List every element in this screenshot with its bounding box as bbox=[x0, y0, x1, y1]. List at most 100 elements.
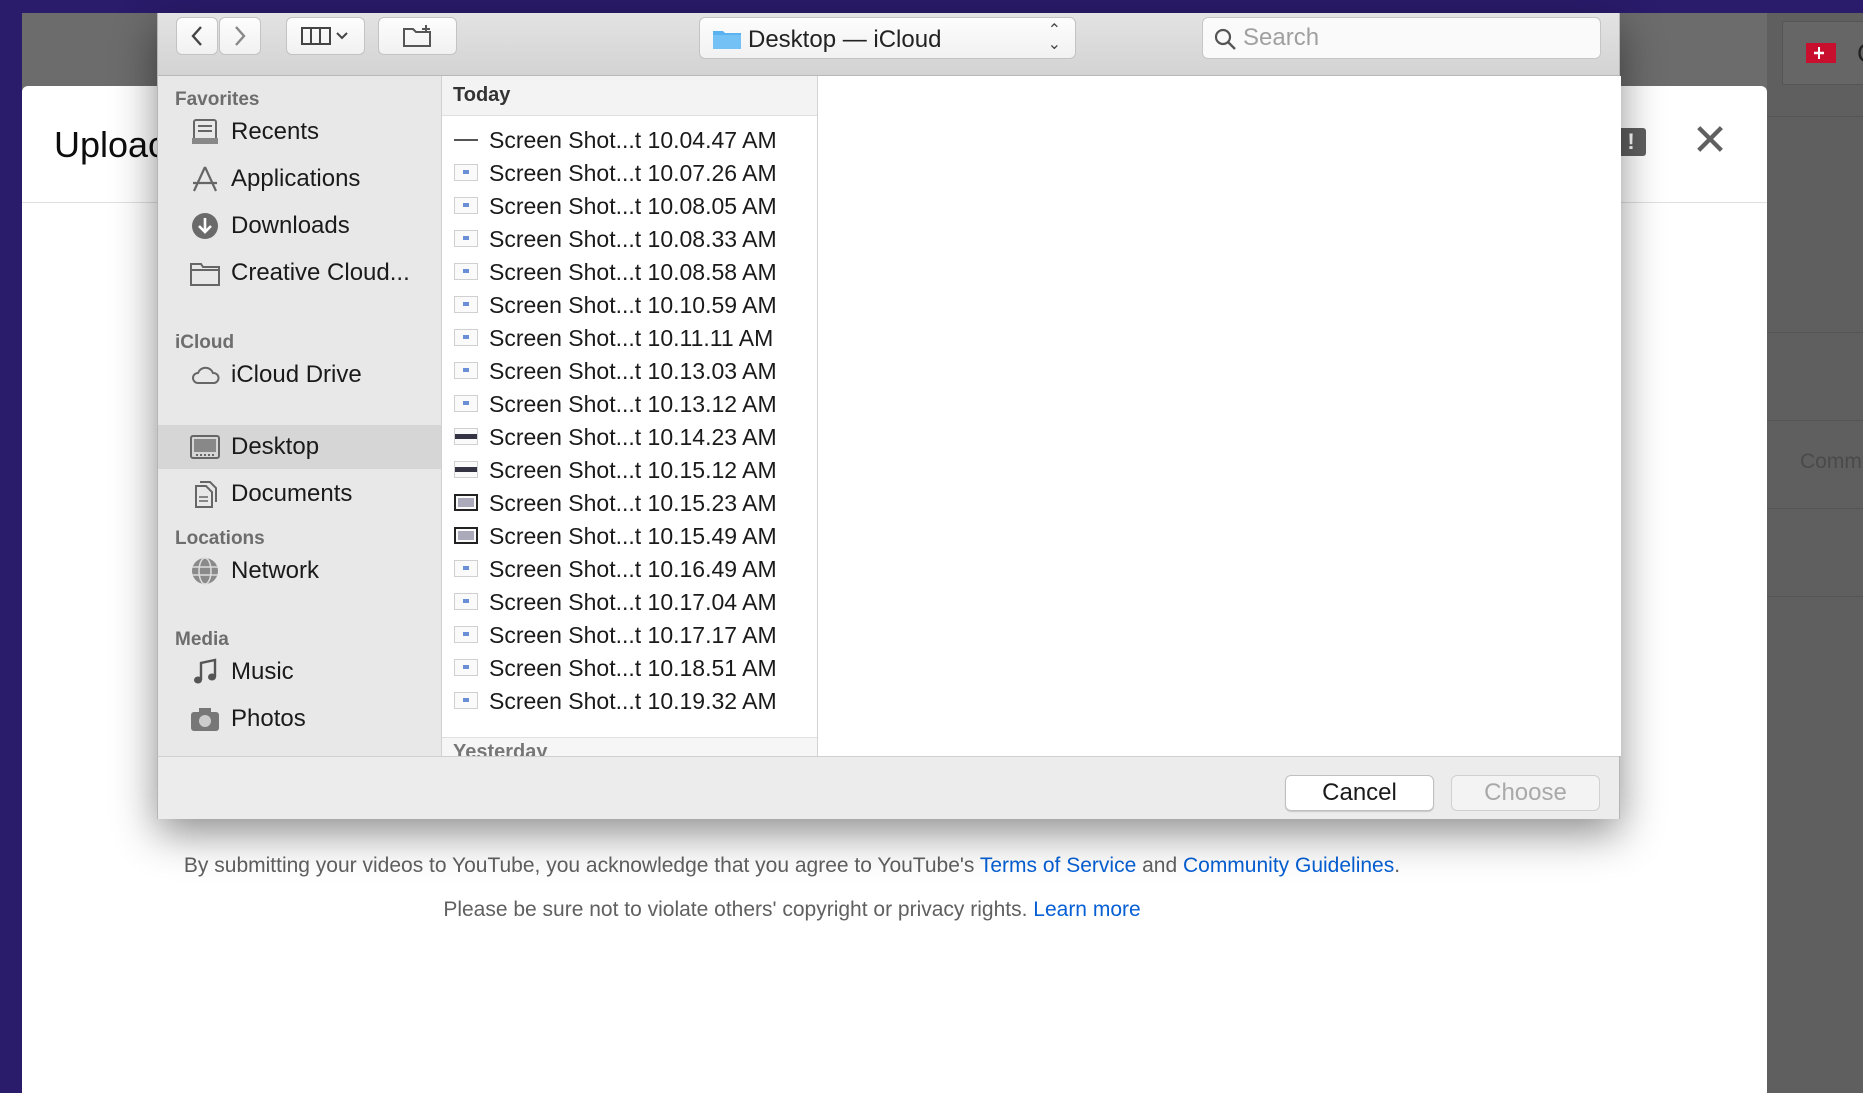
file-row[interactable]: Screen Shot...t 10.13.12 AM bbox=[442, 387, 817, 420]
terms-notice-text: . bbox=[1394, 854, 1401, 877]
cancel-button[interactable]: Cancel bbox=[1285, 775, 1434, 811]
create-label: C bbox=[1857, 38, 1863, 69]
forward-button[interactable] bbox=[219, 17, 261, 55]
file-row[interactable]: Screen Shot...t 10.10.59 AM bbox=[442, 288, 817, 321]
applications-icon bbox=[193, 166, 217, 192]
file-row[interactable]: Screen Shot...t 10.16.49 AM bbox=[442, 552, 817, 585]
image-file-icon bbox=[454, 131, 478, 148]
sidebar-item-recents[interactable]: Recents bbox=[158, 110, 441, 154]
new-folder-button[interactable] bbox=[378, 17, 457, 55]
chooser-button-bar: Cancel Choose bbox=[158, 756, 1619, 819]
search-input[interactable] bbox=[1243, 22, 1583, 54]
divider bbox=[1767, 332, 1863, 333]
sidebar-item-icloud-drive[interactable]: iCloud Drive bbox=[158, 353, 441, 397]
file-row[interactable]: Screen Shot...t 10.15.12 AM bbox=[442, 453, 817, 486]
file-name: Screen Shot...t 10.07.26 AM bbox=[489, 160, 777, 186]
location-label: Desktop — iCloud bbox=[748, 26, 942, 53]
sidebar-item-label: iCloud Drive bbox=[231, 361, 362, 388]
column-header-label: Today bbox=[453, 84, 511, 106]
file-name: Screen Shot...t 10.14.23 AM bbox=[489, 424, 777, 450]
file-row[interactable]: Screen Shot...t 10.15.49 AM bbox=[442, 519, 817, 552]
sidebar-item-label: Network bbox=[231, 557, 320, 584]
learn-more-link[interactable]: Learn more bbox=[1033, 898, 1140, 921]
downloads-icon bbox=[192, 213, 218, 239]
file-row[interactable]: Screen Shot...t 10.04.47 AM bbox=[442, 123, 817, 156]
sidebar-item-music[interactable]: Music bbox=[158, 650, 441, 694]
file-name: Screen Shot...t 10.19.32 AM bbox=[489, 688, 777, 714]
sidebar-item-downloads[interactable]: Downloads bbox=[158, 204, 441, 248]
copyright-notice-text: Please be sure not to violate others' co… bbox=[443, 898, 1034, 921]
upload-dialog-title: Uploac bbox=[54, 124, 167, 165]
search-icon bbox=[1214, 28, 1236, 50]
file-name: Screen Shot...t 10.18.51 AM bbox=[489, 655, 777, 681]
image-file-icon bbox=[454, 494, 478, 511]
image-file-icon bbox=[454, 560, 478, 577]
cloud-icon bbox=[192, 366, 220, 384]
file-chooser-dialog: Desktop — iCloud ⌃⌄ Favorites Recents Ap… bbox=[157, 13, 1621, 819]
file-row[interactable]: Screen Shot...t 10.08.05 AM bbox=[442, 189, 817, 222]
music-icon bbox=[194, 658, 217, 684]
image-file-icon bbox=[454, 362, 478, 379]
back-button[interactable] bbox=[176, 17, 218, 55]
image-file-icon bbox=[454, 659, 478, 676]
sidebar-item-creative-cloud[interactable]: Creative Cloud... bbox=[158, 251, 441, 295]
file-row[interactable]: Screen Shot...t 10.15.23 AM bbox=[442, 486, 817, 519]
file-row[interactable]: Screen Shot...t 10.18.51 AM bbox=[442, 651, 817, 684]
sidebar-item-label: Applications bbox=[231, 165, 361, 192]
comments-label: Comm bbox=[1800, 450, 1862, 473]
terms-notice-text: By submitting your videos to YouTube, yo… bbox=[183, 854, 980, 877]
file-row[interactable]: Screen Shot...t 10.17.17 AM bbox=[442, 618, 817, 651]
folder-icon bbox=[713, 31, 741, 49]
sidebar-item-label: Recents bbox=[231, 118, 320, 145]
sidebar-item-photos[interactable]: Photos bbox=[158, 697, 441, 741]
terms-notice: By submitting your videos to YouTube, yo… bbox=[22, 854, 1562, 878]
sidebar-item-desktop[interactable]: Desktop bbox=[158, 425, 441, 469]
video-camera-icon bbox=[1806, 43, 1836, 63]
sidebar-item-applications[interactable]: Applications bbox=[158, 157, 441, 201]
terms-of-service-link[interactable]: Terms of Service bbox=[980, 854, 1136, 877]
terms-notice-text: and bbox=[1136, 854, 1183, 877]
file-row[interactable]: Screen Shot...t 10.19.32 AM bbox=[442, 684, 817, 717]
location-select[interactable]: Desktop — iCloud ⌃ ⌄ bbox=[699, 17, 1076, 59]
file-column: Today Screen Shot...t 10.04.47 AM Screen … bbox=[442, 76, 818, 756]
new-folder-icon bbox=[402, 25, 431, 47]
file-row[interactable]: Screen Shot...t 10.13.03 AM bbox=[442, 354, 817, 387]
choose-button[interactable]: Choose bbox=[1451, 775, 1600, 811]
file-name: Screen Shot...t 10.17.04 AM bbox=[489, 589, 777, 615]
divider bbox=[1767, 116, 1863, 117]
community-guidelines-link[interactable]: Community Guidelines bbox=[1183, 854, 1394, 877]
next-column-header: Yesterday bbox=[442, 737, 817, 756]
file-name: Screen Shot...t 10.15.12 AM bbox=[489, 457, 777, 483]
image-file-icon bbox=[454, 164, 478, 181]
up-down-arrows-icon: ⌃ ⌄ bbox=[1047, 22, 1061, 53]
sidebar-item-label: Photos bbox=[231, 705, 306, 732]
search-field[interactable] bbox=[1202, 17, 1601, 59]
sidebar-section-favorites: Favorites bbox=[175, 89, 260, 110]
file-row[interactable]: Screen Shot...t 10.08.33 AM bbox=[442, 222, 817, 255]
camera-icon bbox=[191, 708, 219, 731]
file-row[interactable]: Screen Shot...t 10.07.26 AM bbox=[442, 156, 817, 189]
file-name: Screen Shot...t 10.08.05 AM bbox=[489, 193, 777, 219]
sidebar: Favorites Recents Applications Downloads… bbox=[158, 76, 442, 756]
sidebar-section-media: Media bbox=[175, 629, 229, 650]
sidebar-item-label: Downloads bbox=[231, 212, 350, 239]
sidebar-item-documents[interactable]: Documents bbox=[158, 472, 441, 516]
view-mode-button[interactable] bbox=[286, 17, 365, 55]
chooser-toolbar: Desktop — iCloud ⌃ ⌄ bbox=[158, 13, 1619, 76]
columns-view-icon bbox=[300, 27, 348, 45]
image-file-icon bbox=[454, 428, 478, 445]
image-file-icon bbox=[454, 329, 478, 346]
documents-icon bbox=[195, 481, 217, 508]
file-row[interactable]: Screen Shot...t 10.17.04 AM bbox=[442, 585, 817, 618]
file-name: Screen Shot...t 10.08.58 AM bbox=[489, 259, 777, 285]
image-file-icon bbox=[454, 692, 478, 709]
image-file-icon bbox=[454, 527, 478, 544]
file-name: Screen Shot...t 10.15.49 AM bbox=[489, 523, 777, 549]
close-icon[interactable]: ✕ bbox=[1685, 116, 1735, 166]
file-row[interactable]: Screen Shot...t 10.11.11 AM bbox=[442, 321, 817, 354]
file-row[interactable]: Screen Shot...t 10.08.58 AM bbox=[442, 255, 817, 288]
image-file-icon bbox=[454, 230, 478, 247]
desktop-icon bbox=[190, 435, 220, 459]
file-row[interactable]: Screen Shot...t 10.14.23 AM bbox=[442, 420, 817, 453]
sidebar-item-network[interactable]: Network bbox=[158, 549, 441, 593]
